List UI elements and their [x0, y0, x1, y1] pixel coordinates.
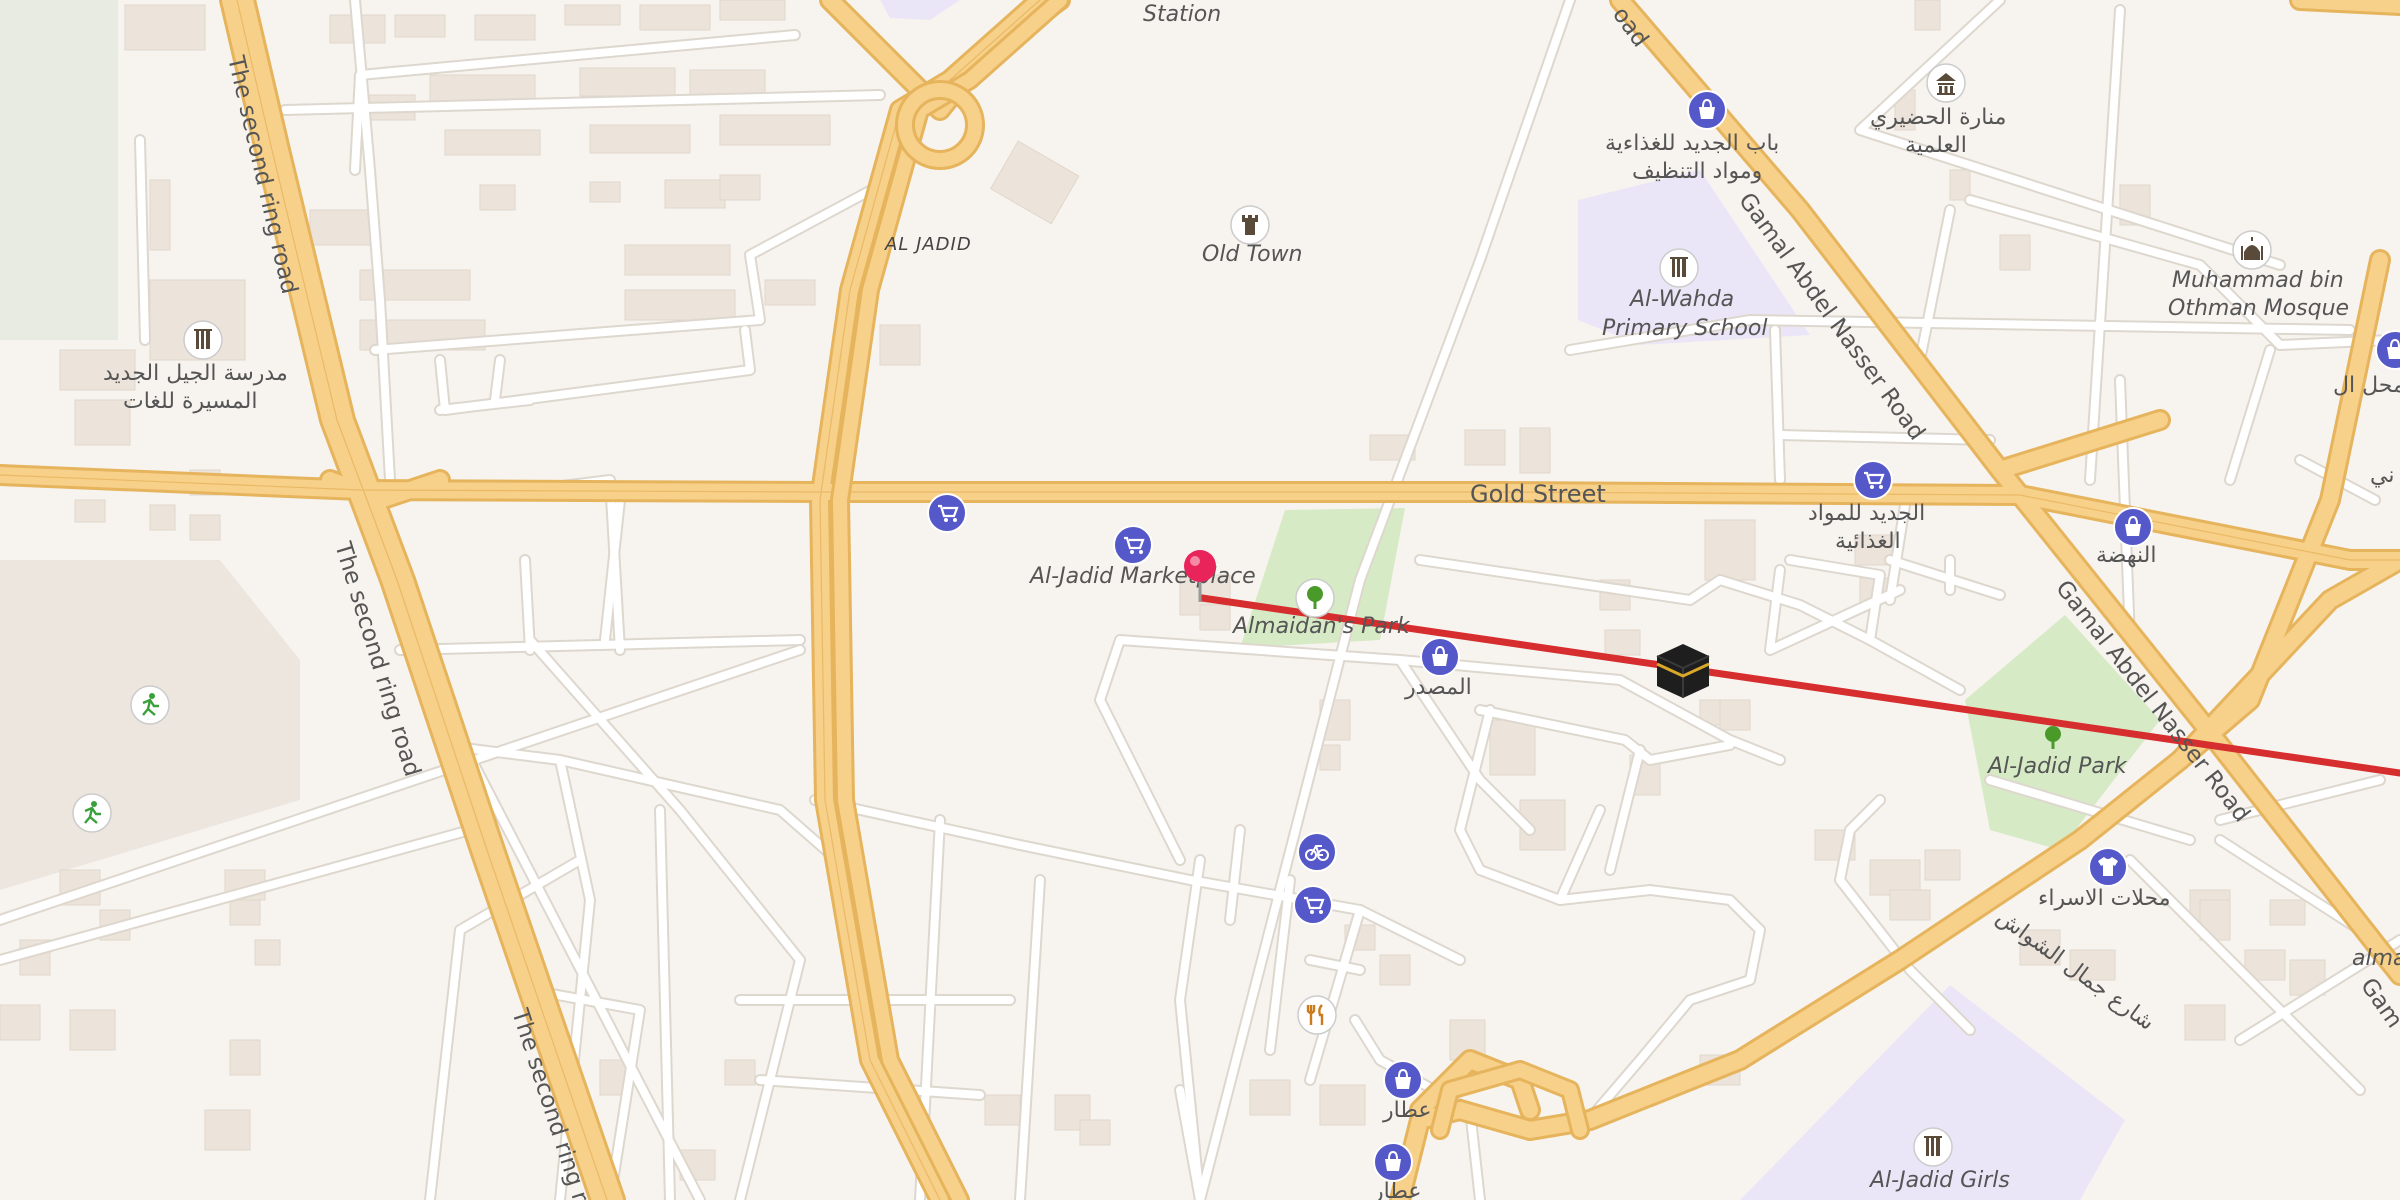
tree-icon[interactable] [1295, 578, 1335, 618]
tower-icon[interactable] [1230, 205, 1270, 245]
green-area-top-left [0, 0, 118, 340]
label-muhammad-1: Muhammad bin [2172, 268, 2344, 293]
label-ar-attar-1: عطار [1382, 1098, 1432, 1123]
label-marketplace: Al-Jadid Marketplace [1028, 564, 1256, 589]
school-icon[interactable] [1659, 248, 1699, 288]
shopping-bag-icon[interactable] [1373, 1142, 1413, 1182]
label-ar-jadid-food-1: الجديد للمواد [1808, 501, 1925, 526]
shopping-cart-icon[interactable] [1853, 460, 1893, 500]
shopping-bag-icon[interactable] [1687, 90, 1727, 130]
label-alma-edge: alma [2352, 946, 2400, 971]
sport-icon[interactable] [72, 793, 112, 833]
mosque-icon[interactable] [2232, 230, 2272, 270]
label-ar-school-2: المسيرة للغات [123, 389, 257, 414]
shopping-cart-icon[interactable] [927, 493, 967, 533]
label-ar-manara-2: العلمية [1905, 133, 1967, 158]
map-canvas[interactable]: The second ring road The second ring roa… [0, 0, 2400, 1200]
label-almaidan-park: Almaidan's Park [1231, 614, 1411, 639]
sport-icon[interactable] [130, 685, 170, 725]
bicycle-icon[interactable] [1297, 832, 1337, 872]
label-ar-mahal: محل ال [2333, 373, 2400, 398]
label-ar-israa: محلات الاسراء [2038, 886, 2171, 911]
label-ar-school-1: مدرسة الجيل الجديد [103, 361, 288, 386]
label-ar-jadid-food-2: الغذائية [1835, 529, 1901, 554]
museum-icon[interactable] [1926, 63, 1966, 103]
clothes-shop-icon[interactable] [2088, 847, 2128, 887]
shopping-bag-icon[interactable] [1420, 637, 1460, 677]
school-icon[interactable] [183, 320, 223, 360]
road-label-gold-street: Gold Street [1470, 480, 1606, 508]
label-muhammad-2: Othman Mosque [2168, 296, 2349, 321]
restaurant-icon[interactable] [1297, 995, 1337, 1035]
shopping-cart-icon[interactable] [1293, 885, 1333, 925]
label-wahda-1: Al-Wahda [1628, 287, 1734, 312]
shopping-bag-icon[interactable] [1383, 1060, 1423, 1100]
label-station: Station [1143, 2, 1221, 27]
school-icon[interactable] [1913, 1127, 1953, 1167]
shopping-bag-icon[interactable] [2113, 507, 2153, 547]
label-ar-bab-2: ومواد التنظيف [1632, 159, 1762, 184]
label-ar-attar-2: عطار [1372, 1179, 1422, 1200]
label-girls-1: Al-Jadid Girls [1868, 1168, 2010, 1193]
label-ar-manara-1: منارة الحضيري [1870, 105, 2006, 130]
label-old-town: Old Town [1202, 242, 1303, 267]
label-ar-bab-1: باب الجديد للغذاءية [1605, 131, 1779, 156]
shopping-cart-icon[interactable] [1113, 525, 1153, 565]
label-ar-edge: ني [2370, 463, 2394, 488]
label-al-jadid: AL JADID [884, 234, 972, 255]
label-ar-masdar: المصدر [1404, 675, 1472, 700]
label-jadid-park: Al-Jadid Park [1986, 754, 2128, 779]
label-wahda-2: Primary School [1602, 316, 1767, 341]
label-ar-nahda: النهضة [2096, 543, 2156, 568]
